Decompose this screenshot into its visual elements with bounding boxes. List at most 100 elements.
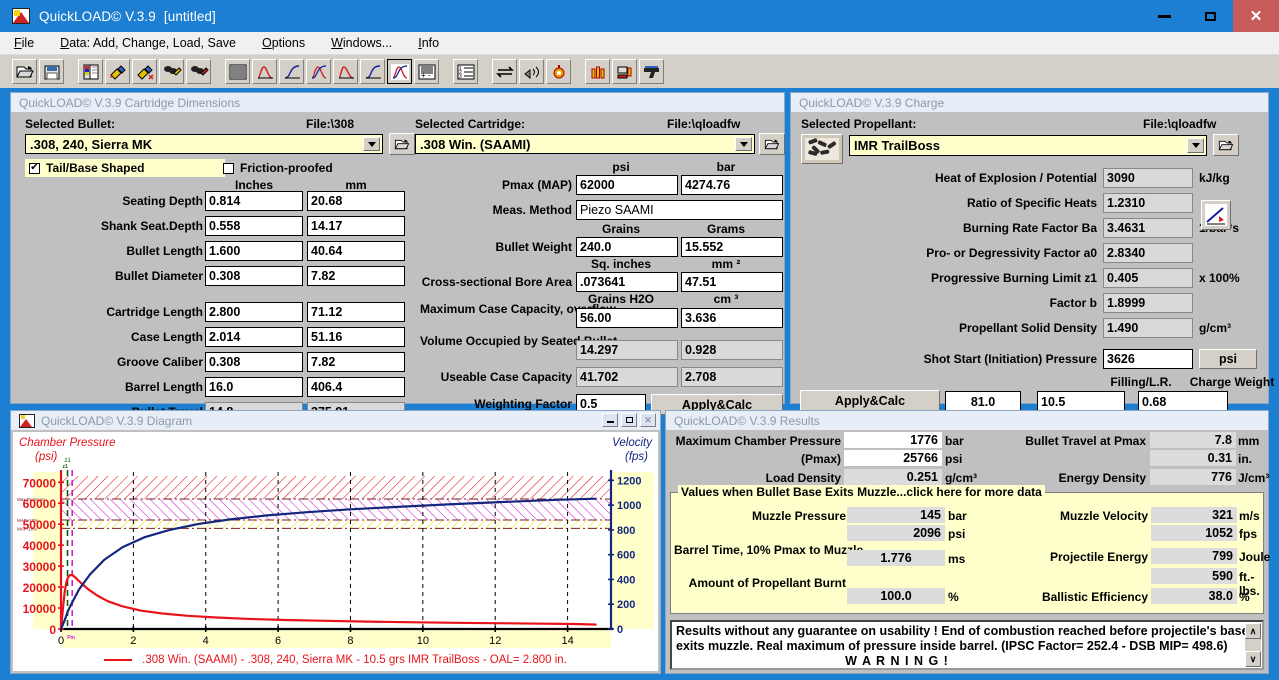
selected-propellant-combo[interactable]: IMR TrailBoss	[849, 135, 1207, 156]
shot-start-pressure-field[interactable]: 3626	[1103, 349, 1193, 369]
selected-cartridge-combo[interactable]: .308 Win. (SAAMI)	[415, 134, 755, 154]
pressure-velocity-chart[interactable]: Max.PressureMAP+10%MAP-10%z1Pm0100002000…	[13, 432, 658, 671]
charge-property-label-6: Propellant Solid Density	[958, 321, 1097, 335]
dimension-mm-field-7[interactable]: 406.4	[307, 377, 405, 397]
diagram-minimize-button[interactable]	[602, 413, 618, 427]
dimension-inches-field-7[interactable]: 16.0	[205, 377, 303, 397]
cartridge-pair-alt-icon[interactable]	[186, 59, 211, 84]
bore-area-mm2-field[interactable]: 47.51	[681, 272, 783, 292]
chevron-down-icon[interactable]	[735, 137, 752, 151]
friction-proofed-checkbox[interactable]	[223, 162, 234, 174]
shot-start-unit-button[interactable]: psi	[1199, 349, 1257, 369]
menu-item-windows[interactable]: Windows...	[331, 36, 392, 50]
menu-bar: File Data: Add, Change, Load, Save Optio…	[0, 32, 1279, 55]
velocity-curve-2-icon[interactable]	[360, 59, 385, 84]
cartridge-open-file-button[interactable]	[759, 133, 785, 155]
tail-base-shaped-checkbox[interactable]: ✔	[29, 162, 40, 174]
maximize-button[interactable]	[1187, 0, 1233, 32]
weighting-factor-label: Weighting Factor	[474, 397, 572, 411]
pressure-curve-2-icon[interactable]	[333, 59, 358, 84]
warning-scrollbar[interactable]: ∧ ∨	[1245, 623, 1261, 667]
diagram-maximize-button[interactable]	[621, 413, 637, 427]
bullet-weight-grams-field[interactable]: 15.552	[681, 237, 783, 257]
chevron-down-icon[interactable]	[1187, 138, 1204, 153]
friction-proofed-checkbox-row[interactable]: Friction-proofed	[223, 159, 333, 177]
numbered-list-icon[interactable]: 123	[453, 59, 478, 84]
muzzle-values-group[interactable]: Values when Bullet Base Exits Muzzle...c…	[670, 485, 1270, 614]
propellant-grains-icon[interactable]	[801, 134, 843, 164]
bullet-file-label: File:\308	[306, 117, 355, 131]
ballistic-efficiency-value: 38.0	[1151, 588, 1237, 604]
charge-property-value-2: 3.4631	[1103, 218, 1193, 238]
warning-textbox[interactable]: Results without any guarantee on usabili…	[670, 620, 1264, 670]
units-convert-icon[interactable]	[492, 59, 517, 84]
charge-weight-grams-field[interactable]: 0.68	[1138, 391, 1228, 412]
max-case-capacity-cm3-field[interactable]: 3.636	[681, 308, 783, 328]
dimension-inches-field-3[interactable]: 0.308	[205, 266, 303, 286]
diagram-close-button[interactable]: ✕	[640, 413, 656, 427]
minimize-button[interactable]	[1141, 0, 1187, 32]
close-button[interactable]: ✕	[1233, 0, 1279, 32]
combined-curve-icon[interactable]	[306, 59, 331, 84]
left-axis-tick-10000: 10000	[23, 602, 57, 616]
dimension-mm-field-3[interactable]: 7.82	[307, 266, 405, 286]
meas-method-field[interactable]: Piezo SAAMI	[576, 200, 783, 220]
scroll-down-icon[interactable]: ∨	[1245, 651, 1261, 667]
bullet-cartridge-add-icon[interactable]	[132, 59, 157, 84]
save-file-icon[interactable]	[39, 59, 64, 84]
reloading-press-icon[interactable]	[612, 59, 637, 84]
energy-density-value: 776	[1150, 469, 1236, 485]
pressure-curve-icon[interactable]	[252, 59, 277, 84]
menu-item-file[interactable]: File	[14, 36, 34, 50]
menu-item-options[interactable]: Options	[262, 36, 305, 50]
mm2-column-header: mm ²	[711, 257, 741, 271]
tail-base-shaped-checkbox-row[interactable]: ✔ Tail/Base Shaped	[25, 159, 225, 177]
dimension-inches-field-4[interactable]: 2.800	[205, 302, 303, 322]
diagram-canvas-container[interactable]: Max.Pressure MAP+10% MAP-10% z1 Pm 0 10000 2000…	[13, 432, 658, 671]
charge-apply-calc-button[interactable]: Apply&Calc	[800, 390, 940, 412]
powder-measure-icon[interactable]	[546, 59, 571, 84]
menu-item-info[interactable]: Info	[418, 36, 439, 50]
x-axis-tick-8: 8	[347, 635, 353, 647]
sound-icon[interactable]	[519, 59, 544, 84]
velocity-curve-icon[interactable]	[279, 59, 304, 84]
dimension-mm-field-5[interactable]: 51.16	[307, 327, 405, 347]
bullet-open-file-button[interactable]	[389, 133, 415, 155]
chevron-down-icon[interactable]	[363, 137, 380, 151]
pmax-bar-field[interactable]: 4274.76	[681, 175, 783, 195]
muzzle-values-group-legend[interactable]: Values when Bullet Base Exits Muzzle...c…	[678, 485, 1045, 499]
dimension-inches-field-6[interactable]: 0.308	[205, 352, 303, 372]
dimension-inches-field-5[interactable]: 2.014	[205, 327, 303, 347]
menu-item-data[interactable]: Data: Add, Change, Load, Save	[60, 36, 236, 50]
useable-case-capacity-cm3-field: 2.708	[681, 367, 783, 387]
pmax-psi-field[interactable]: 62000	[576, 175, 678, 195]
dimension-inches-field-2[interactable]: 1.600	[205, 241, 303, 261]
bore-area-sqin-field[interactable]: .073641	[576, 272, 678, 292]
bullet-cartridge-edit-icon[interactable]	[105, 59, 130, 84]
charge-weight-grains-field[interactable]: 10.5	[1037, 391, 1125, 412]
dimension-mm-field-0[interactable]: 20.68	[307, 191, 405, 211]
burn-rate-chart-icon[interactable]	[1201, 200, 1231, 230]
dimension-inches-field-0[interactable]: 0.814	[205, 191, 303, 211]
combined-curve-selected-icon[interactable]	[387, 59, 412, 84]
max-case-capacity-grains-field[interactable]: 56.00	[576, 308, 678, 328]
dimension-mm-field-6[interactable]: 7.82	[307, 352, 405, 372]
dimension-mm-field-4[interactable]: 71.12	[307, 302, 405, 322]
data-table-icon[interactable]	[225, 59, 250, 84]
table-calc-icon[interactable]: + -	[414, 59, 439, 84]
dimension-mm-field-2[interactable]: 40.64	[307, 241, 405, 261]
charge-property-value-3: 2.8340	[1103, 243, 1193, 263]
open-file-icon[interactable]	[12, 59, 37, 84]
selected-bullet-combo[interactable]: .308, 240, Sierra MK	[25, 134, 383, 154]
handgun-icon[interactable]	[639, 59, 664, 84]
max-chamber-pressure-psi-unit: psi	[945, 452, 963, 466]
scroll-up-icon[interactable]: ∧	[1245, 623, 1261, 639]
cartridge-pair-icon[interactable]	[159, 59, 184, 84]
filling-lr-field[interactable]: 81.0	[945, 391, 1021, 412]
dimension-inches-field-1[interactable]: 0.558	[205, 216, 303, 236]
propellant-open-file-button[interactable]	[1213, 134, 1239, 156]
dimension-mm-field-1[interactable]: 14.17	[307, 216, 405, 236]
bullet-weight-grains-field[interactable]: 240.0	[576, 237, 678, 257]
cartridge-set-icon[interactable]	[585, 59, 610, 84]
propellant-book-icon[interactable]	[78, 59, 103, 84]
